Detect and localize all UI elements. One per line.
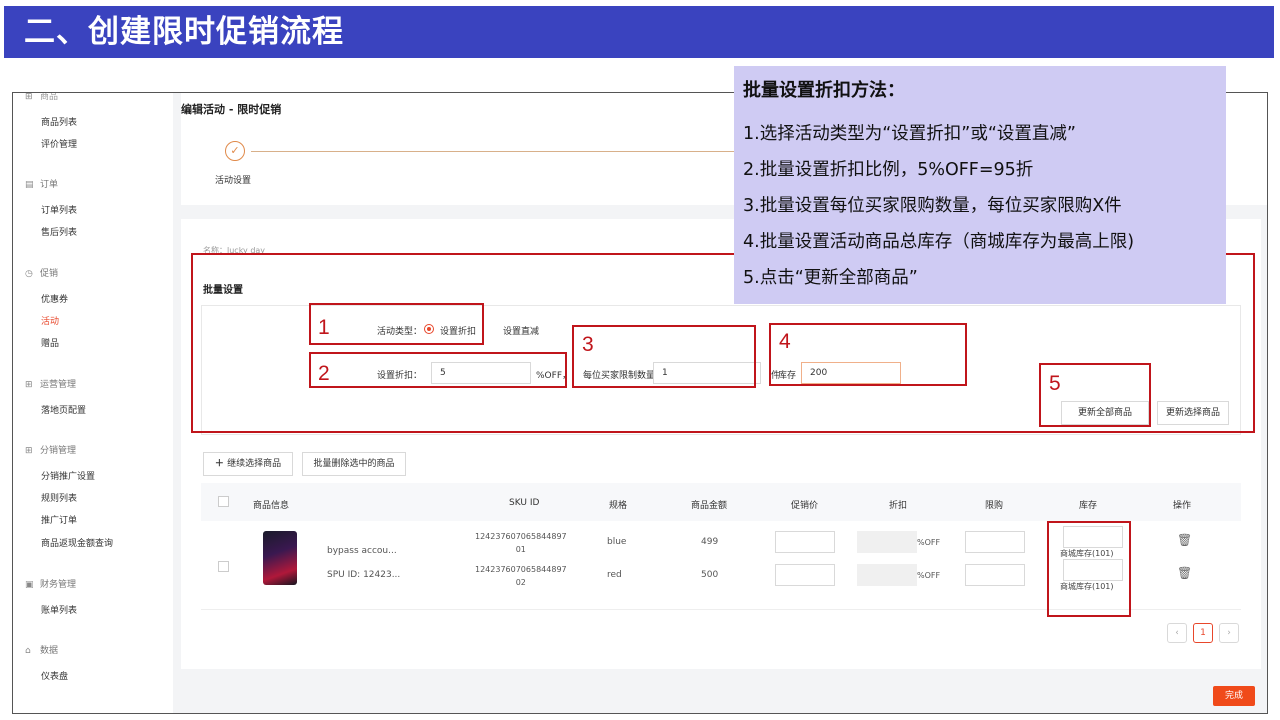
menu-group-icon: ⌂ <box>25 646 31 656</box>
limit-input-cell[interactable] <box>965 531 1025 553</box>
step-label: 活动设置 <box>215 176 252 186</box>
product-image <box>263 531 297 585</box>
table-header-cell: SKU ID <box>509 498 540 508</box>
sidebar: ⊞ 商品 商品列表评价管理 ▤ 订单订单列表售后列表 ◷ 促销优惠券活动赠品 ⊞ 运营管理落地… <box>13 93 173 713</box>
sidebar-group-label: 分销管理 <box>40 446 77 456</box>
product-spu: SPU ID: 12423... <box>327 570 401 580</box>
sidebar-group-label: 商品 <box>40 92 59 102</box>
table-header-cell: 限购 <box>985 501 1004 511</box>
sidebar-item[interactable]: 商品列表 <box>41 115 77 128</box>
sidebar-item[interactable]: 评价管理 <box>41 137 77 150</box>
row-checkbox[interactable] <box>218 561 229 572</box>
sidebar-group[interactable]: ▣ 财务管理 <box>25 577 76 590</box>
table-header-cell: 库存 <box>1079 501 1098 511</box>
slide-title: 二、创建限时促销流程 <box>4 6 1274 58</box>
table-header-cell: 商品信息 <box>253 501 290 511</box>
delete-icon[interactable]: 🗑 <box>1177 533 1192 547</box>
promo-price-input[interactable] <box>775 531 835 553</box>
sidebar-item[interactable]: 商品返现金额查询 <box>41 536 113 549</box>
select-all-checkbox[interactable] <box>218 496 229 507</box>
sidebar-item[interactable]: 售后列表 <box>41 225 77 238</box>
callout-line: 3.批量设置每位买家限购数量，每位买家限购X件 <box>743 196 1122 216</box>
highlight-2 <box>309 352 567 388</box>
callout-line: 2.批量设置折扣比例，5%OFF=95折 <box>743 160 1034 180</box>
table-header-cell: 规格 <box>609 501 628 511</box>
sidebar-group[interactable]: ⊞ 分销管理 <box>25 443 76 456</box>
product-name[interactable]: bypass accou... <box>327 546 397 556</box>
marker-3: 3 <box>582 333 594 356</box>
pagination-prev[interactable]: ‹ <box>1167 623 1187 643</box>
table-header-cell: 折扣 <box>889 501 908 511</box>
sidebar-group-label: 订单 <box>40 180 59 190</box>
sidebar-item[interactable]: 优惠券 <box>41 292 68 305</box>
sidebar-item[interactable]: 规则列表 <box>41 491 77 504</box>
sidebar-group-label: 数据 <box>40 646 59 656</box>
sidebar-item[interactable]: 活动 <box>41 314 59 327</box>
table-header-cell: 操作 <box>1173 501 1192 511</box>
batch-delete-button[interactable]: 批量删除选中的商品 <box>302 452 406 476</box>
discount-suffix-cell: %OFF <box>917 538 941 547</box>
continue-select-button[interactable]: ＋ 继续选择商品 <box>203 452 293 476</box>
sku-id: 124237607065844897 01 <box>475 532 567 554</box>
menu-group-icon: ◷ <box>25 269 33 279</box>
sidebar-group-cut: ⊞ 商品 <box>25 92 59 102</box>
limit-input-cell[interactable] <box>965 564 1025 586</box>
marker-1: 1 <box>318 316 330 339</box>
plus-icon: ＋ <box>214 459 228 469</box>
spec-cell: red <box>607 570 622 580</box>
finish-button[interactable]: 完成 <box>1213 686 1255 706</box>
sidebar-group[interactable]: ⊞ 运营管理 <box>25 377 76 390</box>
discount-suffix-cell: %OFF <box>917 571 941 580</box>
instruction-callout: 批量设置折扣方法： 1.选择活动类型为“设置折扣”或“设置直减” 2.批量设置折扣… <box>734 66 1226 304</box>
menu-group-icon: ▤ <box>25 180 34 190</box>
pagination-next[interactable]: › <box>1219 623 1239 643</box>
spec-cell: blue <box>607 537 627 547</box>
page-title: 编辑活动 - 限时促销 <box>181 103 282 116</box>
sidebar-item[interactable]: 分销推广设置 <box>41 469 95 482</box>
table-header-cell: 商品金额 <box>691 501 728 511</box>
callout-line: 1.选择活动类型为“设置折扣”或“设置直减” <box>743 124 1076 144</box>
sidebar-group-label: 促销 <box>40 269 59 279</box>
sidebar-item[interactable]: 账单列表 <box>41 603 77 616</box>
stock-column-highlight <box>1047 521 1131 617</box>
pagination-page-1[interactable]: 1 <box>1193 623 1213 643</box>
sidebar-group[interactable]: ⌂ 数据 <box>25 643 58 656</box>
amount-cell: 499 <box>701 537 719 547</box>
delete-icon[interactable]: 🗑 <box>1177 566 1192 580</box>
menu-group-icon: ⊞ <box>25 446 33 456</box>
marker-2: 2 <box>318 362 330 385</box>
promo-price-input[interactable] <box>775 564 835 586</box>
step-check-icon: ✓ <box>225 141 245 161</box>
callout-title: 批量设置折扣方法： <box>743 80 905 101</box>
callout-line: 5.点击“更新全部商品” <box>743 268 918 288</box>
sku-id: 124237607065844897 02 <box>475 565 567 587</box>
step-line <box>251 151 741 152</box>
grid-icon: ⊞ <box>25 92 33 102</box>
discount-input-cell[interactable] <box>857 531 917 553</box>
table-header-cell: 促销价 <box>791 501 819 511</box>
menu-group-icon: ⊞ <box>25 380 33 390</box>
sidebar-item[interactable]: 订单列表 <box>41 203 77 216</box>
callout-line: 4.批量设置活动商品总库存（商城库存为最高上限) <box>743 232 1135 252</box>
continue-select-label: 继续选择商品 <box>227 459 282 469</box>
marker-4: 4 <box>779 330 791 353</box>
highlight-3 <box>572 325 756 388</box>
sidebar-item[interactable]: 推广订单 <box>41 513 77 526</box>
sidebar-item[interactable]: 仪表盘 <box>41 669 68 682</box>
sidebar-item[interactable]: 落地页配置 <box>41 403 86 416</box>
sidebar-group[interactable]: ▤ 订单 <box>25 177 58 190</box>
highlight-1 <box>309 303 484 345</box>
sidebar-group[interactable]: ◷ 促销 <box>25 266 58 279</box>
highlight-4 <box>769 323 967 386</box>
marker-5: 5 <box>1049 372 1061 395</box>
sidebar-item[interactable]: 赠品 <box>41 336 59 349</box>
discount-input-cell[interactable] <box>857 564 917 586</box>
sidebar-group-label: 运营管理 <box>40 380 77 390</box>
amount-cell: 500 <box>701 570 719 580</box>
sidebar-group-label: 财务管理 <box>40 580 77 590</box>
menu-group-icon: ▣ <box>25 580 34 590</box>
